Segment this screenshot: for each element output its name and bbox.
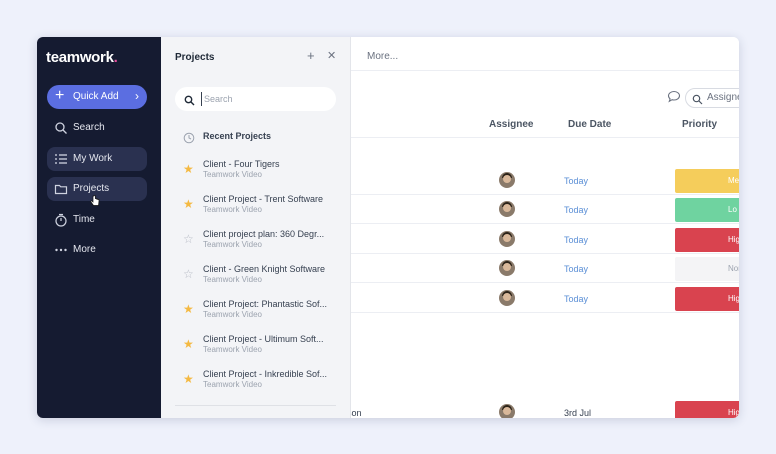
top-more-tab[interactable]: More... — [367, 51, 398, 62]
due-date[interactable]: Today — [564, 264, 588, 274]
search-input[interactable] — [201, 92, 321, 106]
project-name: Client - Green Knight Software — [203, 264, 326, 274]
table-row[interactable]: Today Lo — [347, 195, 739, 225]
project-list-item[interactable]: ☆ Client - Green Knight Software Teamwork … — [183, 264, 343, 292]
header-divider — [347, 137, 739, 138]
project-name: Client - Four Tigers — [203, 159, 280, 169]
star-icon[interactable]: ★ — [183, 373, 194, 385]
ellipsis-icon — [54, 243, 68, 257]
avatar[interactable] — [499, 404, 515, 418]
priority-badge[interactable]: Lo — [675, 198, 739, 223]
project-list-item[interactable]: ☆ Client project plan: 360 Degr... Teamwor… — [183, 229, 343, 257]
star-icon[interactable]: ★ — [183, 198, 194, 210]
table-row[interactable]: Today Hig — [347, 225, 739, 254]
due-date[interactable]: Today — [564, 176, 588, 186]
search-icon — [692, 92, 703, 110]
table-row[interactable]: Today Med — [347, 166, 739, 195]
table-row[interactable]: Today Non — [347, 254, 739, 284]
project-name: Client Project - Ultimum Soft... — [203, 334, 324, 344]
project-company: Teamwork Video — [203, 205, 262, 214]
avatar[interactable] — [499, 201, 515, 218]
column-header-due-date[interactable]: Due Date — [568, 119, 611, 130]
project-name: Client Project - Trent Software — [203, 194, 324, 204]
due-date[interactable]: Today — [564, 235, 588, 245]
priority-badge[interactable]: Med — [675, 169, 739, 193]
search-icon — [184, 93, 195, 111]
list-icon — [54, 152, 68, 166]
quick-add-button[interactable]: + Quick Add › — [47, 85, 147, 109]
star-icon[interactable]: ★ — [183, 303, 194, 315]
panel-title: Projects — [175, 52, 215, 63]
recent-projects-label: Recent Projects — [203, 131, 272, 141]
hand-cursor-icon — [90, 194, 100, 212]
star-icon[interactable]: ☆ — [183, 268, 194, 280]
project-list-item[interactable]: ★ Client Project - Trent Software Teamwork… — [183, 194, 343, 222]
priority-badge[interactable]: Non — [675, 257, 739, 282]
project-name: Client project plan: 360 Degr... — [203, 229, 325, 239]
column-header-priority[interactable]: Priority — [682, 119, 717, 130]
sidebar-item-label: Projects — [73, 183, 110, 194]
quick-add-label: Quick Add — [73, 91, 119, 102]
assignee-filter[interactable]: Assignee — [685, 88, 739, 108]
sidebar-item-search[interactable]: Search — [47, 116, 147, 140]
assignee-filter-label: Assignee — [707, 92, 739, 103]
sidebar-item-label: My Work — [73, 153, 113, 164]
star-icon[interactable]: ★ — [183, 338, 194, 350]
folder-icon — [54, 182, 68, 196]
plus-icon: + — [55, 87, 65, 104]
project-name: Client Project: Phantastic Sof... — [203, 299, 328, 309]
priority-badge[interactable]: Hig — [675, 286, 739, 311]
stopwatch-icon — [54, 213, 68, 227]
priority-badge[interactable]: Hig — [675, 401, 739, 418]
sidebar-item-label: Search — [73, 122, 105, 133]
project-company: Teamwork Video — [203, 275, 262, 284]
star-icon[interactable]: ☆ — [183, 233, 194, 245]
star-icon[interactable]: ★ — [183, 163, 194, 175]
column-header-assignee[interactable]: Assignee — [489, 119, 533, 130]
search-icon — [54, 121, 68, 135]
due-date[interactable]: 3rd Jul — [564, 408, 591, 418]
add-project-icon[interactable]: + — [307, 48, 315, 63]
project-list-item[interactable]: ★ Client Project: Phantastic Sof... Teamwo… — [183, 299, 343, 327]
app-window: More... Assignee Assignee Due Date Prior… — [37, 37, 739, 418]
due-date[interactable]: Today — [564, 294, 588, 304]
project-list-item[interactable]: ★ Client Project - Inkredible Sof... Teamw… — [183, 369, 343, 397]
sidebar-item-label: More — [73, 244, 96, 255]
project-name: Client Project - Inkredible Sof... — [203, 369, 328, 379]
projects-panel: Projects + ✕ Recent Projects ★ Client - F… — [161, 37, 351, 418]
avatar[interactable] — [499, 172, 515, 188]
sidebar-item-my-work[interactable]: My Work — [47, 147, 147, 171]
close-icon[interactable]: ✕ — [327, 49, 336, 62]
project-company: Teamwork Video — [203, 240, 262, 249]
priority-badge[interactable]: Hig — [675, 227, 739, 252]
project-list-item[interactable]: ★ Client Project - Ultimum Soft... Teamwor… — [183, 334, 343, 362]
project-company: Teamwork Video — [203, 380, 262, 389]
table-row[interactable]: son 3rd Jul Hig — [347, 398, 739, 418]
project-company: Teamwork Video — [203, 310, 262, 319]
sidebar-item-label: Time — [73, 214, 95, 225]
project-company: Teamwork Video — [203, 345, 262, 354]
avatar[interactable] — [499, 260, 515, 277]
due-date[interactable]: Today — [564, 205, 588, 215]
project-list-item[interactable]: ★ Client - Four Tigers Teamwork Video — [183, 159, 343, 187]
sidebar: teamwork. + Quick Add › Search My Work P… — [37, 37, 161, 418]
table-row[interactable]: Today Hig — [347, 284, 739, 313]
chevron-right-icon: › — [135, 89, 139, 103]
clock-icon — [183, 131, 195, 149]
project-company: Teamwork Video — [203, 170, 262, 179]
avatar[interactable] — [499, 289, 515, 306]
project-search-box[interactable] — [175, 87, 336, 111]
sidebar-item-more[interactable]: More — [47, 238, 147, 262]
panel-divider — [175, 405, 336, 406]
teamwork-logo[interactable]: teamwork. — [46, 49, 118, 66]
avatar[interactable] — [499, 230, 515, 247]
comment-icon[interactable] — [667, 90, 681, 108]
